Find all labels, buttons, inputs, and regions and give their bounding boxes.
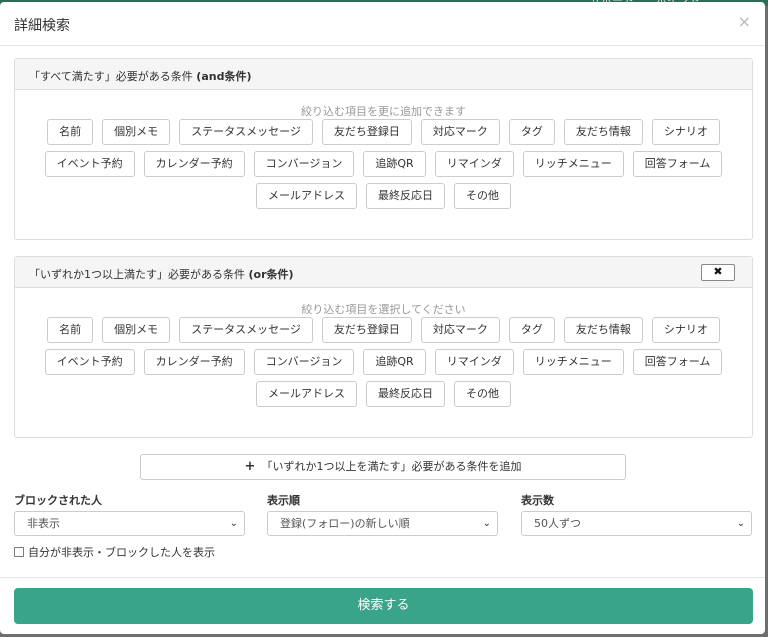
modal-title: 詳細検索 bbox=[14, 18, 70, 34]
or-condition-button[interactable]: イベント予約 bbox=[44, 349, 135, 375]
count-filter-value: 50人ずつ bbox=[534, 517, 581, 530]
or-condition-button[interactable]: シナリオ bbox=[651, 317, 720, 343]
and-condition-button[interactable]: コンバージョン bbox=[253, 151, 355, 177]
and-condition-button[interactable]: リッチメニュー bbox=[522, 151, 624, 177]
and-panel-header: 「すべて満たす」必要がある条件 (and条件) bbox=[15, 59, 752, 90]
or-condition-button[interactable]: 個別メモ bbox=[102, 317, 171, 343]
and-condition-button[interactable]: リマインダ bbox=[434, 151, 514, 177]
and-condition-button[interactable]: 追跡QR bbox=[363, 151, 426, 177]
remove-or-panel-button[interactable]: ✖ bbox=[701, 264, 735, 281]
and-condition-buttons: 名前 個別メモ ステータスメッセージ 友だち登録日 対応マーク タグ 友だち情報 シナリオ イベ… bbox=[15, 119, 752, 209]
and-condition-button[interactable]: シナリオ bbox=[651, 119, 720, 145]
order-filter-label: 表示順 bbox=[267, 494, 300, 507]
and-condition-button[interactable]: 友だち情報 bbox=[563, 119, 643, 145]
and-condition-button[interactable]: 回答フォーム bbox=[632, 151, 723, 177]
or-condition-button[interactable]: リマインダ bbox=[434, 349, 514, 375]
modal-header: 詳細検索 × bbox=[0, 2, 765, 46]
and-condition-button[interactable]: 名前 bbox=[47, 119, 94, 145]
show-hidden-checkbox-label: 自分が非表示・ブロックした人を表示 bbox=[28, 546, 215, 559]
or-conditions-panel: 「いずれか1つ以上満たす」必要がある条件 (or条件) ✖ 絞り込む項目を選択し… bbox=[14, 256, 753, 438]
chevron-down-icon: ⌄ bbox=[229, 518, 238, 529]
or-condition-button[interactable]: 友だち情報 bbox=[563, 317, 643, 343]
and-button-row: メールアドレス 最終反応日 その他 bbox=[15, 183, 752, 209]
and-condition-button[interactable]: メールアドレス bbox=[256, 183, 357, 209]
or-button-row: メールアドレス 最終反応日 その他 bbox=[15, 381, 752, 407]
or-condition-button[interactable]: リッチメニュー bbox=[522, 349, 624, 375]
advanced-search-modal: 詳細検索 × 「すべて満たす」必要がある条件 (and条件) 絞り込む項目を更に… bbox=[0, 2, 765, 634]
add-or-condition-button[interactable]: + 「いずれか1つ以上を満たす」必要がある条件を追加 bbox=[140, 454, 626, 480]
and-button-row: 名前 個別メモ ステータスメッセージ 友だち登録日 対応マーク タグ 友だち情報 シナリオ bbox=[15, 119, 752, 145]
or-condition-button[interactable]: コンバージョン bbox=[253, 349, 355, 375]
and-condition-button[interactable]: カレンダー予約 bbox=[143, 151, 245, 177]
or-condition-button[interactable]: 対応マーク bbox=[420, 317, 500, 343]
and-condition-button[interactable]: その他 bbox=[454, 183, 511, 209]
and-condition-button[interactable]: ステータスメッセージ bbox=[179, 119, 313, 145]
blocked-filter-select[interactable]: 非表示 ⌄ bbox=[14, 511, 245, 536]
or-condition-button[interactable]: 追跡QR bbox=[363, 349, 426, 375]
and-panel-title: 「すべて満たす」必要がある条件 (and条件) bbox=[29, 70, 252, 83]
or-condition-button[interactable]: 名前 bbox=[47, 317, 94, 343]
count-filter-label: 表示数 bbox=[521, 494, 554, 507]
chevron-down-icon: ⌄ bbox=[482, 518, 491, 529]
and-panel-hint: 絞り込む項目を更に追加できます bbox=[301, 105, 466, 118]
show-hidden-checkbox-row[interactable]: 自分が非表示・ブロックした人を表示 bbox=[14, 544, 215, 560]
or-condition-button[interactable]: タグ bbox=[508, 317, 555, 343]
or-condition-button[interactable]: ステータスメッセージ bbox=[179, 317, 313, 343]
or-condition-buttons: 名前 個別メモ ステータスメッセージ 友だち登録日 対応マーク タグ 友だち情報 シナリオ イベ… bbox=[15, 317, 752, 407]
and-condition-button[interactable]: イベント予約 bbox=[44, 151, 135, 177]
or-condition-button[interactable]: 友だち登録日 bbox=[321, 317, 412, 343]
and-condition-button[interactable]: タグ bbox=[508, 119, 555, 145]
or-panel-header: 「いずれか1つ以上満たす」必要がある条件 (or条件) ✖ bbox=[15, 257, 752, 288]
footer-divider bbox=[0, 577, 765, 578]
and-conditions-panel: 「すべて満たす」必要がある条件 (and条件) 絞り込む項目を更に追加できます … bbox=[14, 58, 753, 240]
order-filter-value: 登録(フォロー)の新しい順 bbox=[280, 517, 410, 530]
blocked-filter-label: ブロックされた人 bbox=[14, 494, 102, 507]
and-condition-button[interactable]: 最終反応日 bbox=[366, 183, 445, 209]
and-panel-body: 絞り込む項目を更に追加できます 名前 個別メモ ステータスメッセージ 友だち登録日 対応… bbox=[15, 90, 752, 209]
close-icon[interactable]: × bbox=[738, 12, 751, 31]
or-condition-button[interactable]: その他 bbox=[454, 381, 511, 407]
or-button-row: 名前 個別メモ ステータスメッセージ 友だち登録日 対応マーク タグ 友だち情報 シナリオ bbox=[15, 317, 752, 343]
chevron-down-icon: ⌄ bbox=[736, 518, 745, 529]
and-condition-button[interactable]: 個別メモ bbox=[102, 119, 171, 145]
order-filter-select[interactable]: 登録(フォロー)の新しい順 ⌄ bbox=[267, 511, 498, 536]
add-or-condition-label: 「いずれか1つ以上を満たす」必要がある条件を追加 bbox=[261, 460, 522, 473]
or-panel-body: 絞り込む項目を選択してください 名前 個別メモ ステータスメッセージ 友だち登録日 対応… bbox=[15, 288, 752, 407]
or-condition-button[interactable]: 回答フォーム bbox=[632, 349, 723, 375]
search-button[interactable]: 検索する bbox=[14, 588, 753, 624]
or-condition-button[interactable]: メールアドレス bbox=[256, 381, 357, 407]
or-button-row: イベント予約 カレンダー予約 コンバージョン 追跡QR リマインダ リッチメニュー 回答フォ… bbox=[15, 349, 752, 375]
or-condition-button[interactable]: 最終反応日 bbox=[366, 381, 445, 407]
plus-icon: + bbox=[244, 459, 256, 474]
and-button-row: イベント予約 カレンダー予約 コンバージョン 追跡QR リマインダ リッチメニュー 回答フォ… bbox=[15, 151, 752, 177]
and-condition-button[interactable]: 対応マーク bbox=[420, 119, 500, 145]
and-condition-button[interactable]: 友だち登録日 bbox=[321, 119, 412, 145]
count-filter-select[interactable]: 50人ずつ ⌄ bbox=[521, 511, 752, 536]
or-panel-title: 「いずれか1つ以上満たす」必要がある条件 (or条件) bbox=[29, 268, 294, 281]
blocked-filter-value: 非表示 bbox=[27, 517, 60, 530]
show-hidden-checkbox[interactable] bbox=[14, 547, 24, 557]
or-condition-button[interactable]: カレンダー予約 bbox=[143, 349, 245, 375]
or-panel-hint: 絞り込む項目を選択してください bbox=[301, 303, 466, 316]
